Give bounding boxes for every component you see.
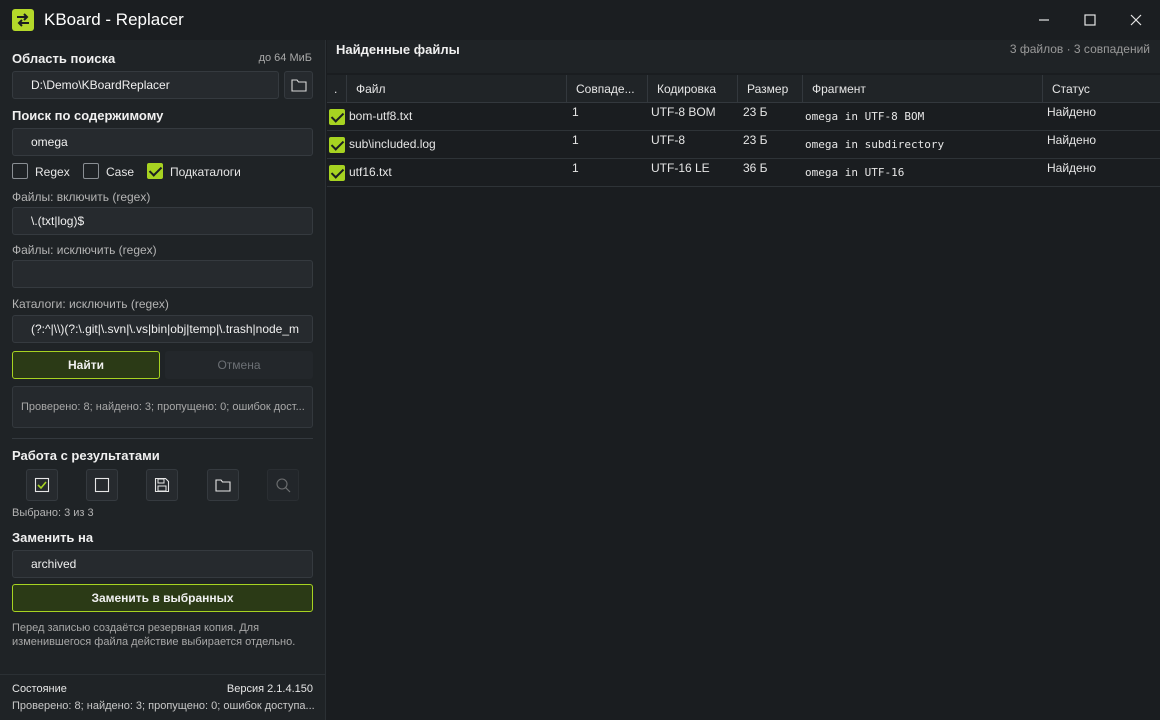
version-label: Версия 2.1.4.150: [226, 683, 313, 695]
files-exclude-label: Файлы: исключить (regex): [12, 243, 157, 257]
status-bar: Состояние Версия 2.1.4.150 Проверено: 8;…: [0, 674, 325, 720]
status: Найдено: [1047, 133, 1097, 147]
results-panel: Найденные файлы 3 файлов · 3 совпадений …: [327, 40, 1160, 720]
column-header-encoding[interactable]: Кодировка: [648, 75, 738, 103]
search-panel: Область поиска до 64 МиБ D:\Demo\KBoardR…: [0, 40, 326, 720]
table-row[interactable]: sub\included.log 1 UTF-8 23 Б omega in s…: [327, 131, 1160, 159]
match-count: 1: [572, 105, 579, 119]
status-title: Состояние: [12, 683, 67, 695]
results-header: Найденные файлы 3 файлов · 3 совпадений: [327, 40, 1160, 73]
title-bar: KBoard - Replacer: [0, 0, 1160, 40]
match-count: 1: [572, 133, 579, 147]
open-folder-button[interactable]: [207, 469, 239, 501]
folder-icon: [215, 479, 231, 492]
search-results-button[interactable]: [267, 469, 299, 501]
files-include-label: Файлы: включить (regex): [12, 190, 151, 204]
file-size: 23 Б: [743, 133, 768, 147]
case-checkbox[interactable]: [83, 163, 99, 179]
backup-note: Перед записью создаётся резервная копия.…: [12, 622, 296, 648]
column-header-fragment[interactable]: Фрагмент: [803, 75, 1043, 103]
row-checkbox[interactable]: [329, 165, 345, 181]
files-exclude-input[interactable]: [12, 260, 313, 288]
divider: [12, 438, 313, 439]
dirs-exclude-input[interactable]: (?:^|\\)(?:\.git|\.svn|\.vs|bin|obj|temp…: [12, 315, 313, 343]
regex-checkbox[interactable]: [12, 163, 28, 179]
check-all-icon: [34, 477, 50, 493]
regex-label: Regex: [35, 165, 70, 179]
file-name: bom-utf8.txt: [349, 109, 413, 123]
table-row[interactable]: bom-utf8.txt 1 UTF-8 BOM 23 Б omega in U…: [327, 103, 1160, 131]
maximize-button[interactable]: [1067, 0, 1113, 40]
window-title: KBoard - Replacer: [44, 10, 184, 29]
results-summary: 3 файлов · 3 совпадений: [1009, 42, 1150, 56]
search-path-field[interactable]: D:\Demo\KBoardReplacer: [12, 71, 279, 99]
size-limit-hint: до 64 МиБ: [258, 52, 312, 64]
status: Найдено: [1047, 105, 1097, 119]
match-count: 1: [572, 161, 579, 175]
browse-folder-button[interactable]: [284, 71, 313, 99]
column-header-file[interactable]: Файл: [347, 75, 567, 103]
file-name: utf16.txt: [349, 165, 392, 179]
replace-input[interactable]: archived: [12, 550, 313, 578]
subfolders-checkbox[interactable]: [147, 163, 163, 179]
fragment: omega in UTF-8 BOM: [805, 110, 925, 123]
dirs-exclude-label: Каталоги: исключить (regex): [12, 297, 169, 311]
row-checkbox[interactable]: [329, 109, 345, 125]
column-header-matches[interactable]: Совпаде...: [567, 75, 648, 103]
uncheck-all-icon: [94, 477, 110, 493]
minimize-button[interactable]: [1021, 0, 1067, 40]
table-row[interactable]: utf16.txt 1 UTF-16 LE 36 Б omega in UTF-…: [327, 159, 1160, 187]
results-title: Работа с результатами: [12, 448, 160, 463]
app-logo-icon: [12, 9, 34, 31]
file-size: 36 Б: [743, 161, 768, 175]
case-label: Case: [106, 165, 135, 179]
search-area-title: Область поиска: [12, 51, 116, 66]
encoding: UTF-16 LE: [651, 161, 710, 175]
folder-icon: [290, 79, 307, 92]
status: Найдено: [1047, 161, 1097, 175]
fragment: omega in subdirectory: [805, 138, 945, 151]
encoding: UTF-8 BOM: [651, 105, 716, 119]
uncheck-all-button[interactable]: [86, 469, 118, 501]
replace-title: Заменить на: [12, 530, 94, 545]
selected-count: Выбрано: 3 из 3: [12, 507, 94, 519]
search-query-input[interactable]: omega: [12, 128, 313, 156]
replace-selected-button[interactable]: Заменить в выбранных: [12, 584, 313, 612]
results-panel-title: Найденные файлы: [336, 42, 460, 57]
row-checkbox[interactable]: [329, 137, 345, 153]
files-include-input[interactable]: \.(txt|log)$: [12, 207, 313, 235]
find-button[interactable]: Найти: [12, 351, 160, 379]
encoding: UTF-8: [651, 133, 685, 147]
close-button[interactable]: [1113, 0, 1159, 40]
save-icon: [154, 477, 170, 493]
fragment: omega in UTF-16: [805, 166, 905, 179]
search-log: Проверено: 8; найдено: 3; пропущено: 0; …: [12, 386, 313, 428]
save-button[interactable]: [146, 469, 178, 501]
table-header: . Файл Совпаде... Кодировка Размер Фрагм…: [327, 75, 1160, 103]
column-header-size[interactable]: Размер: [738, 75, 803, 103]
search-icon: [276, 478, 291, 493]
file-size: 23 Б: [743, 105, 768, 119]
maximize-icon: [1084, 14, 1096, 26]
status-text: Проверено: 8; найдено: 3; пропущено: 0; …: [12, 700, 314, 712]
file-name: sub\included.log: [349, 137, 436, 151]
cancel-button[interactable]: Отмена: [165, 351, 313, 379]
column-header-status[interactable]: Статус: [1043, 75, 1160, 103]
column-header-check[interactable]: .: [327, 75, 347, 103]
check-all-button[interactable]: [26, 469, 58, 501]
subfolders-label: Подкаталоги: [170, 165, 241, 179]
minimize-icon: [1039, 19, 1049, 21]
content-search-title: Поиск по содержимому: [12, 108, 164, 123]
close-icon: [1130, 14, 1142, 26]
results-table: . Файл Совпаде... Кодировка Размер Фрагм…: [327, 75, 1160, 187]
